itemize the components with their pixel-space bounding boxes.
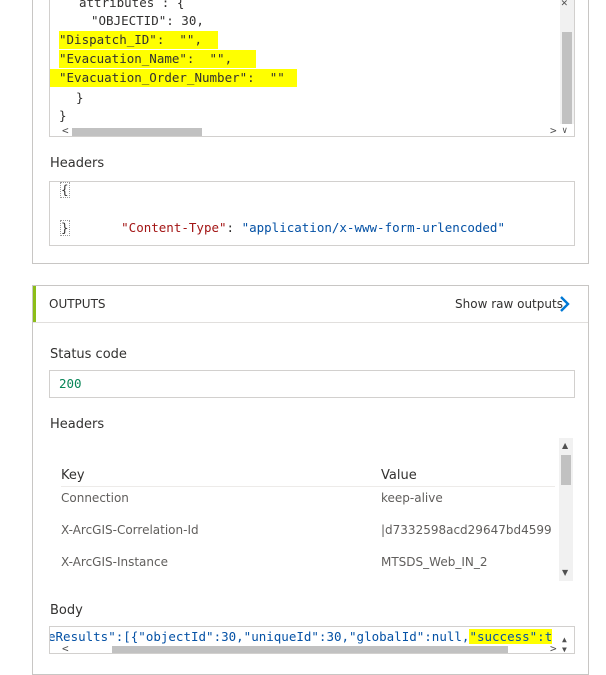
body-line-close-outer: } xyxy=(59,108,67,123)
table-row-value: |d7332598acd29647bd4599f1... xyxy=(381,523,551,537)
headers-table-vscrollbar[interactable]: ▲ ▼ xyxy=(559,438,573,581)
body-line-objectid: "OBJECTID": 30, xyxy=(91,13,204,28)
outputs-body-box[interactable]: eResults":[{"objectId":30,"uniqueId":30,… xyxy=(49,626,575,654)
headers-value: "application/x-www-form-urlencoded" xyxy=(241,220,505,235)
headers-content-type-line: "Content-Type": "application/x-www-form-… xyxy=(76,201,505,235)
headers-key: "Content-Type" xyxy=(121,220,227,235)
inputs-panel: attributes : { "OBJECTID": 30, "Dispatch… xyxy=(32,0,589,264)
scroll-stepper-icon[interactable]: ▲ ▼ xyxy=(562,635,567,653)
scroll-left-arrow-icon[interactable]: < xyxy=(62,643,69,653)
inputs-body-hscroll-thumb[interactable] xyxy=(72,128,202,136)
outputs-headers-label: Headers xyxy=(50,417,105,432)
inputs-body-vscrollbar[interactable] xyxy=(560,0,574,124)
headers-table-vscroll-thumb[interactable] xyxy=(561,455,571,485)
scroll-down-arrow-icon[interactable]: ▼ xyxy=(562,568,568,578)
column-header-divider xyxy=(61,486,555,487)
headers-close-brace: } xyxy=(60,220,70,236)
body-line-dispatch-id: "Dispatch_ID": "", xyxy=(59,31,218,49)
body-text-prefix: eResults":[{"objectId":30,"uniqueId":30,… xyxy=(49,629,470,644)
inputs-headers-label: Headers xyxy=(50,156,105,171)
outputs-accent-bar xyxy=(33,286,36,322)
close-icon[interactable]: ✕ xyxy=(561,0,568,8)
table-row-value: keep-alive xyxy=(381,491,443,505)
column-header-value: Value xyxy=(381,468,417,483)
table-row-value: MTSDS_Web_IN_2 xyxy=(381,555,488,569)
body-line-evacuation-order-number: "Evacuation_Order_Number": "" xyxy=(50,69,297,87)
table-row-key: X-ArcGIS-Instance xyxy=(61,555,168,569)
status-code-label: Status code xyxy=(50,347,127,362)
scroll-right-arrow-icon[interactable]: > xyxy=(550,643,557,653)
outputs-body-text: eResults":[{"objectId":30,"uniqueId":30,… xyxy=(49,628,553,646)
outputs-panel: OUTPUTS Show raw outputs Status code 200… xyxy=(32,285,589,675)
outputs-title: OUTPUTS xyxy=(49,297,106,311)
inputs-body-box[interactable]: attributes : { "OBJECTID": 30, "Dispatch… xyxy=(49,0,575,137)
chevron-right-icon[interactable] xyxy=(558,295,572,313)
status-code-box: 200 xyxy=(49,370,575,398)
scroll-down-arrow-icon[interactable]: ∨ xyxy=(562,126,567,136)
headers-open-brace: { xyxy=(60,182,70,198)
outputs-body-label: Body xyxy=(50,603,83,618)
body-line-attributes: attributes : { xyxy=(79,0,185,10)
table-row-key: Connection xyxy=(61,491,129,505)
scroll-right-arrow-icon[interactable]: > xyxy=(550,125,557,136)
status-code-value: 200 xyxy=(59,376,82,391)
body-line-evacuation-name: "Evacuation_Name": "", xyxy=(59,50,257,68)
outputs-headers-table: Key Value Connection keep-alive X-ArcGIS… xyxy=(49,438,575,581)
table-row-key: X-ArcGIS-Correlation-Id xyxy=(61,523,199,537)
inputs-headers-box[interactable]: { "Content-Type": "application/x-www-for… xyxy=(49,181,575,246)
scroll-left-arrow-icon[interactable]: < xyxy=(62,125,69,136)
headers-sep: : xyxy=(226,220,242,235)
inputs-body-vscroll-thumb[interactable] xyxy=(562,32,572,124)
scroll-up-arrow-icon[interactable]: ▲ xyxy=(562,441,568,451)
body-line-close-inner: } xyxy=(76,90,84,105)
outputs-body-hscroll-thumb[interactable] xyxy=(112,646,508,653)
body-text-highlight: "success" xyxy=(469,629,538,644)
outputs-header: OUTPUTS Show raw outputs xyxy=(33,286,588,323)
show-raw-outputs-link[interactable]: Show raw outputs xyxy=(455,297,563,311)
column-header-key: Key xyxy=(61,468,85,483)
